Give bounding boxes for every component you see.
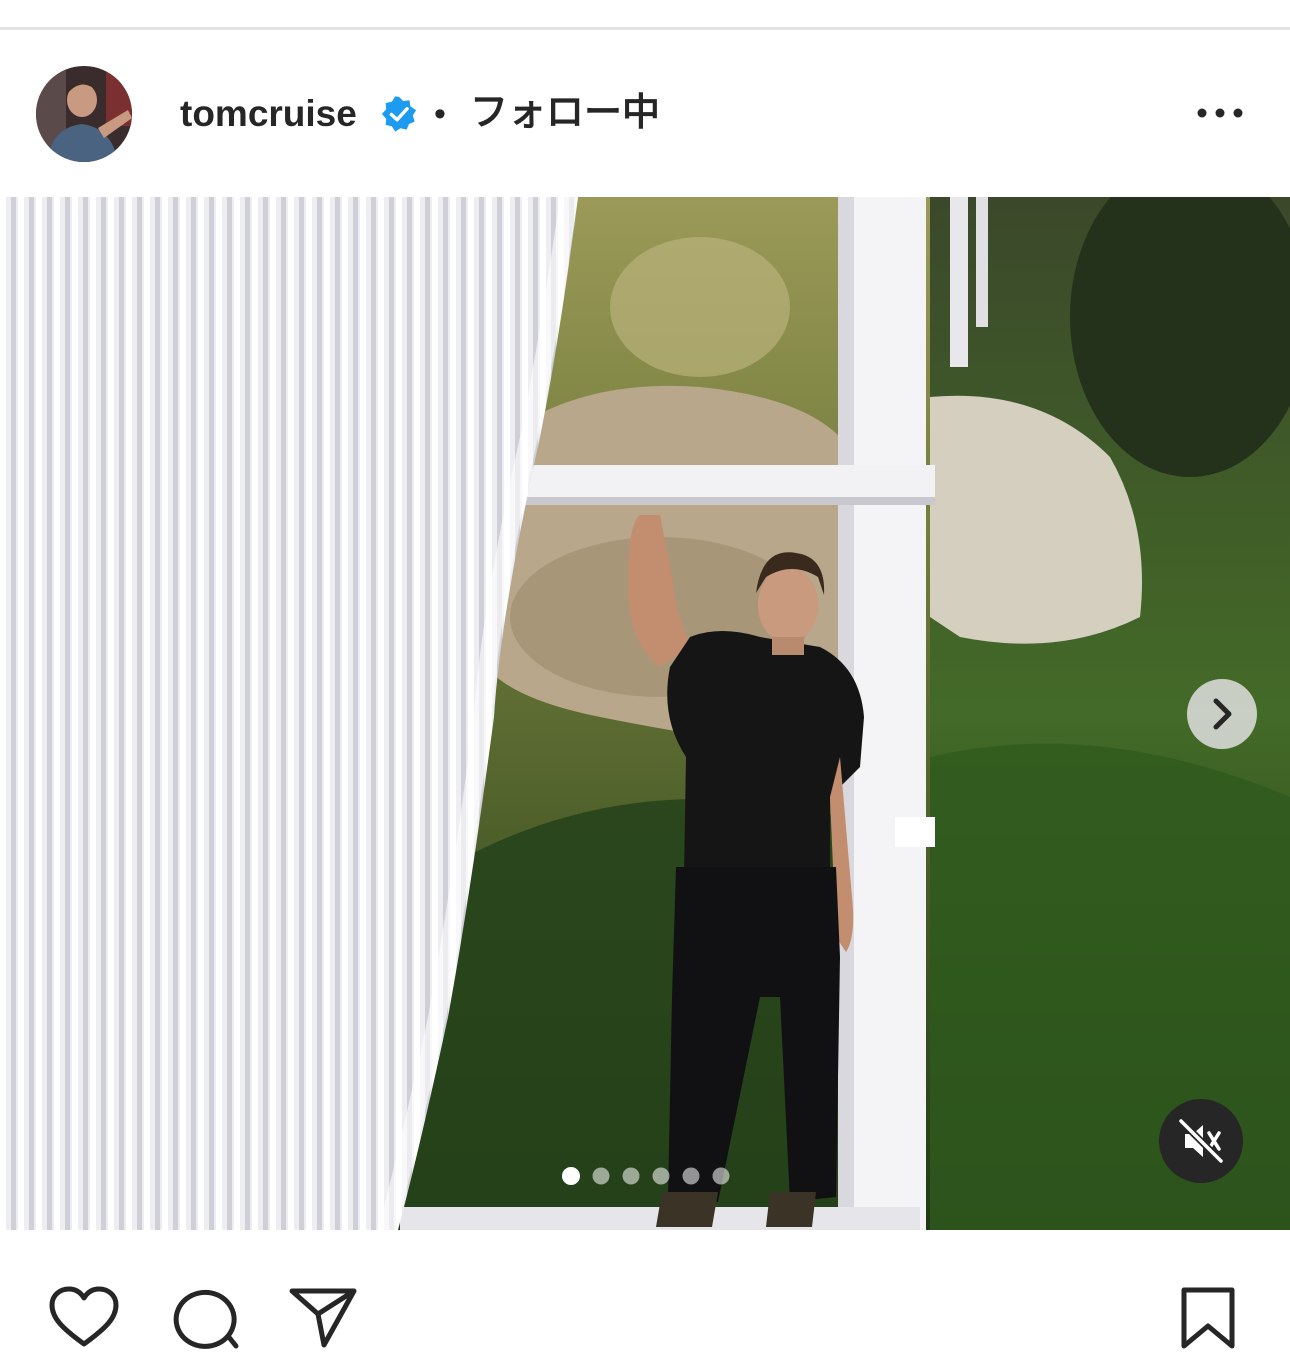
next-slide-button[interactable] <box>1187 679 1257 749</box>
follow-status-button[interactable]: フォロー中 <box>470 89 660 137</box>
comment-icon <box>173 1289 239 1349</box>
like-button[interactable] <box>48 1286 120 1350</box>
carousel-indicator <box>560 1164 740 1188</box>
mute-toggle-button[interactable] <box>1159 1099 1243 1183</box>
paper-plane-icon <box>289 1288 357 1348</box>
profile-avatar[interactable] <box>36 66 132 162</box>
heart-icon <box>49 1286 119 1347</box>
speaker-muted-icon <box>1178 1118 1224 1164</box>
verified-badge-icon <box>380 95 418 133</box>
more-options-icon[interactable] <box>1190 100 1250 126</box>
chevron-right-icon <box>1213 698 1232 730</box>
post-media-video[interactable] <box>0 197 1290 1230</box>
bookmark-icon <box>1181 1287 1235 1349</box>
top-divider <box>0 27 1290 30</box>
share-button[interactable] <box>288 1286 360 1350</box>
comment-button[interactable] <box>170 1286 242 1350</box>
post-username[interactable]: tomcruise <box>180 92 357 136</box>
separator-dot: • <box>434 95 446 133</box>
save-button[interactable] <box>1176 1286 1240 1350</box>
